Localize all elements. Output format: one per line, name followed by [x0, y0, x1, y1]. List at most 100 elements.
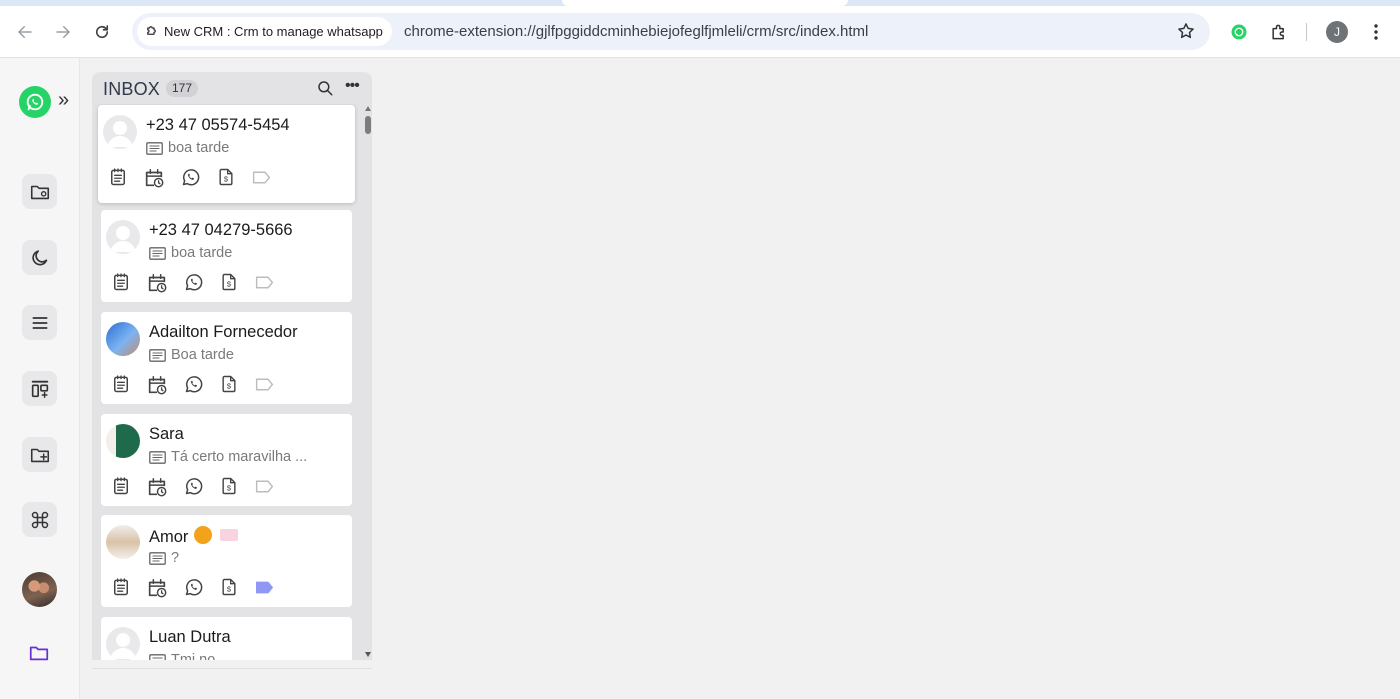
- browser-toolbar: New CRM : Crm to manage whatsapp chrome-…: [0, 6, 1400, 58]
- contact-photo: [106, 322, 140, 356]
- default-avatar: [106, 220, 140, 254]
- board-add-button[interactable]: [22, 371, 57, 406]
- whatsapp-extension-icon[interactable]: [1227, 20, 1251, 44]
- tag-icon[interactable]: [254, 577, 275, 599]
- last-message: boa tarde: [149, 245, 232, 261]
- kebab-menu-icon[interactable]: [1364, 20, 1388, 44]
- moon-icon: [31, 249, 47, 265]
- whatsapp-logo-icon[interactable]: [19, 86, 51, 118]
- search-icon[interactable]: [316, 79, 334, 102]
- divider: [92, 668, 372, 669]
- schedule-icon[interactable]: [146, 476, 168, 498]
- invoice-icon[interactable]: $: [219, 577, 239, 599]
- extensions-icon[interactable]: [1267, 20, 1291, 44]
- schedule-icon[interactable]: [143, 167, 165, 189]
- tag-icon[interactable]: [254, 476, 275, 498]
- message-text: boa tarde: [168, 140, 230, 156]
- default-avatar: [103, 115, 137, 149]
- message-text: boa tarde: [171, 245, 233, 261]
- forward-icon[interactable]: [51, 20, 75, 44]
- back-icon[interactable]: [13, 20, 37, 44]
- folder-settings-button[interactable]: [22, 174, 57, 209]
- scroll-up-arrow[interactable]: [365, 106, 371, 111]
- site-info-chip[interactable]: New CRM : Crm to manage whatsapp: [137, 17, 392, 46]
- schedule-icon[interactable]: [146, 374, 168, 396]
- message-icon: [149, 551, 166, 565]
- svg-text:$: $: [227, 585, 232, 594]
- message-text: Tmj no: [171, 652, 216, 660]
- inbox-header: INBOX 177 •••: [92, 72, 372, 104]
- whatsapp-icon[interactable]: [183, 272, 204, 294]
- command-button[interactable]: [22, 502, 57, 537]
- notes-icon[interactable]: [111, 577, 131, 599]
- default-avatar: [106, 627, 140, 660]
- invoice-icon[interactable]: $: [219, 272, 239, 294]
- whatsapp-icon[interactable]: [183, 374, 204, 396]
- whatsapp-icon[interactable]: [183, 476, 204, 498]
- toolbar-separator: [1306, 23, 1307, 41]
- tag-icon[interactable]: [254, 272, 275, 294]
- more-options-icon[interactable]: •••: [345, 77, 360, 95]
- scroll-down-arrow[interactable]: [365, 652, 371, 657]
- scroll-thumb[interactable]: [365, 116, 371, 134]
- conversation-card[interactable]: Amor ? $: [101, 515, 352, 607]
- last-message: Tá certo maravilha ...: [149, 449, 307, 465]
- notes-icon[interactable]: [111, 476, 131, 498]
- notes-icon[interactable]: [108, 167, 128, 189]
- tab-title: New CRM : Crm to manage whatsapp: [164, 24, 383, 39]
- conversation-list[interactable]: +23 47 05574-5454 boa tarde $ +23 47 042…: [92, 104, 364, 660]
- conversation-card[interactable]: +23 47 04279-5666 boa tarde $: [101, 210, 352, 302]
- conversation-card[interactable]: Luan Dutra Tmj no: [101, 617, 352, 660]
- message-text: Tá certo maravilha ...: [171, 449, 308, 465]
- folder-icon[interactable]: [28, 642, 50, 669]
- whatsapp-icon[interactable]: [183, 577, 204, 599]
- schedule-icon[interactable]: [146, 272, 168, 294]
- user-avatar[interactable]: [22, 572, 57, 607]
- inbox-column: INBOX 177 ••• +23 47 05574-5454 boa tard…: [92, 72, 372, 660]
- inbox-title: INBOX: [103, 79, 161, 99]
- star-icon[interactable]: [1176, 21, 1196, 46]
- message-text: Boa tarde: [171, 347, 234, 363]
- reload-icon[interactable]: [90, 20, 114, 44]
- svg-text:$: $: [227, 280, 232, 289]
- message-icon: [149, 653, 166, 660]
- tag-icon[interactable]: [254, 374, 275, 396]
- tag-icon[interactable]: [251, 167, 272, 189]
- dark-mode-button[interactable]: [22, 240, 57, 275]
- invoice-icon[interactable]: $: [216, 167, 236, 189]
- invoice-icon[interactable]: $: [219, 374, 239, 396]
- conversation-card[interactable]: Sara Tá certo maravilha ... $: [101, 414, 352, 506]
- scrollbar[interactable]: [364, 104, 372, 660]
- conversation-card[interactable]: +23 47 05574-5454 boa tarde $: [98, 105, 355, 203]
- menu-icon: [32, 316, 48, 329]
- invoice-icon[interactable]: $: [219, 476, 239, 498]
- heart-eyes-emoji-icon: [194, 526, 213, 544]
- notes-icon[interactable]: [111, 374, 131, 396]
- card-actions: $: [111, 577, 275, 599]
- contact-name: +23 47 04279-5666: [149, 221, 293, 239]
- contact-name: Amor: [149, 526, 239, 547]
- card-actions: $: [111, 476, 275, 498]
- contact-name: Adailton Fornecedor: [149, 323, 298, 341]
- notes-icon[interactable]: [111, 272, 131, 294]
- card-actions: $: [111, 272, 275, 294]
- contact-photo: [106, 424, 140, 458]
- inbox-count-badge: 177: [166, 80, 199, 97]
- whatsapp-icon[interactable]: [180, 167, 201, 189]
- last-message: boa tarde: [146, 140, 229, 156]
- menu-button[interactable]: [22, 305, 57, 340]
- folder-settings-icon: [30, 185, 49, 199]
- url-text[interactable]: chrome-extension://gjlfpggiddcminhebiejo…: [404, 23, 868, 40]
- love-letter-emoji-icon: [220, 529, 239, 541]
- message-icon: [146, 141, 163, 155]
- conversation-card[interactable]: Adailton Fornecedor Boa tarde $: [101, 312, 352, 404]
- card-actions: $: [111, 374, 275, 396]
- message-icon: [149, 450, 166, 464]
- profile-avatar[interactable]: J: [1326, 21, 1348, 43]
- folder-add-button[interactable]: [22, 437, 57, 472]
- expand-sidebar-button[interactable]: »: [58, 90, 69, 110]
- schedule-icon[interactable]: [146, 577, 168, 599]
- address-bar[interactable]: New CRM : Crm to manage whatsapp chrome-…: [132, 13, 1210, 50]
- sidebar: »: [0, 58, 80, 699]
- svg-text:$: $: [224, 175, 229, 184]
